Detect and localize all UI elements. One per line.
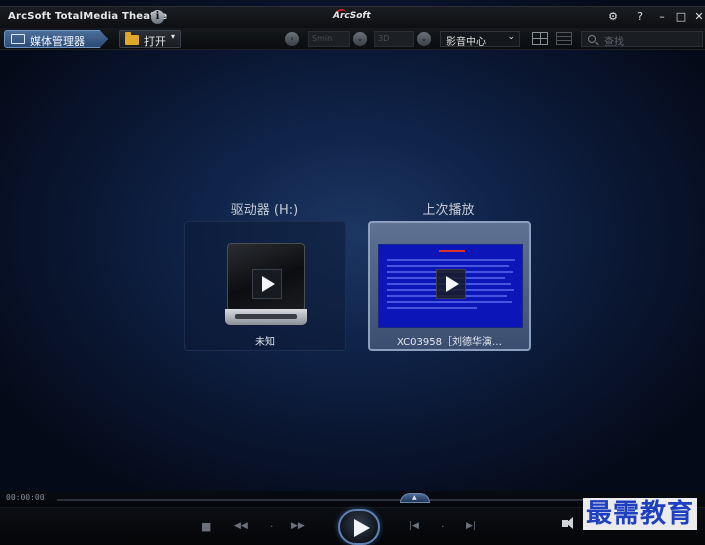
play-overlay-icon <box>252 269 282 299</box>
mode-select-value: 影音中心 <box>446 37 486 48</box>
drive-heading: 驱动器 (H:) <box>230 203 299 218</box>
grid-view-icon[interactable] <box>532 32 548 45</box>
fast-forward-icon[interactable]: ▶▶ <box>291 521 305 531</box>
chevron-down-icon: ▾ <box>171 32 176 41</box>
maximize-icon[interactable]: □ <box>674 10 688 24</box>
media-manager-icon <box>11 34 25 44</box>
app-window: ArcSoft TotalMedia Theatre i ArcSoft ⚙ ?… <box>0 0 705 545</box>
chevron-right-icon[interactable]: › <box>285 32 299 46</box>
video-thumbnail <box>378 244 523 328</box>
3d-button[interactable]: 3D <box>374 31 414 47</box>
help-icon[interactable]: ? <box>633 10 647 24</box>
recent-tile[interactable]: XC03958［刘德华演… <box>368 221 531 351</box>
next-chapter-icon[interactable]: ▶| <box>466 521 476 531</box>
chevron-down-icon[interactable]: ⌄ <box>353 32 367 46</box>
list-view-icon[interactable] <box>556 32 572 45</box>
play-icon <box>354 519 370 537</box>
recent-caption: XC03958［刘德华演… <box>397 337 502 348</box>
settings-icon[interactable]: ⚙ <box>606 10 620 24</box>
toolbar: 媒体管理器 打开 ▾ › Smin ⌄ 3D ⌄ 影音中心 ⌄ 查找 <box>0 28 705 50</box>
smin-button[interactable]: Smin <box>308 31 350 47</box>
time-display: 00:00:00 <box>6 493 45 502</box>
open-label: 打开 <box>144 35 166 48</box>
search-input[interactable]: 查找 <box>581 31 703 48</box>
play-button[interactable] <box>338 509 380 545</box>
open-button[interactable]: 打开 ▾ <box>119 30 181 48</box>
drive-tile[interactable]: 未知 <box>184 221 346 351</box>
title-bar: ArcSoft TotalMedia Theatre i ArcSoft ⚙ ?… <box>0 6 705 28</box>
recent-heading: 上次播放 <box>422 203 475 218</box>
rewind-icon[interactable]: ◀◀ <box>234 521 248 531</box>
drive-caption: 未知 <box>255 337 275 348</box>
previous-chapter-icon[interactable]: |◀ <box>409 521 419 531</box>
play-overlay-icon <box>436 269 466 299</box>
chevron-up-icon: ▲ <box>412 494 417 501</box>
app-title: ArcSoft TotalMedia Theatre <box>8 11 168 22</box>
panel-toggle-handle[interactable]: ▲ <box>400 493 430 503</box>
close-icon[interactable]: ✕ <box>692 10 705 24</box>
volume-icon[interactable] <box>562 517 573 529</box>
mode-select[interactable]: 影音中心 ⌄ <box>440 31 520 48</box>
watermark-text: 最需教育 <box>583 498 698 530</box>
minimize-icon[interactable]: – <box>655 10 669 24</box>
chevron-down-icon: ⌄ <box>507 32 515 42</box>
separator-dot: · <box>270 520 274 533</box>
separator-dot: · <box>441 520 445 533</box>
search-icon <box>588 35 596 43</box>
search-placeholder: 查找 <box>604 37 624 48</box>
stop-icon[interactable]: ■ <box>201 520 211 533</box>
disc-drive-icon <box>223 243 307 327</box>
brand-logo: ArcSoft <box>333 11 371 21</box>
folder-icon <box>125 32 139 45</box>
chevron-down-icon[interactable]: ⌄ <box>417 32 431 46</box>
media-manager-button[interactable]: 媒体管理器 <box>4 30 108 48</box>
media-manager-label: 媒体管理器 <box>30 35 85 48</box>
info-icon[interactable]: i <box>151 10 164 24</box>
